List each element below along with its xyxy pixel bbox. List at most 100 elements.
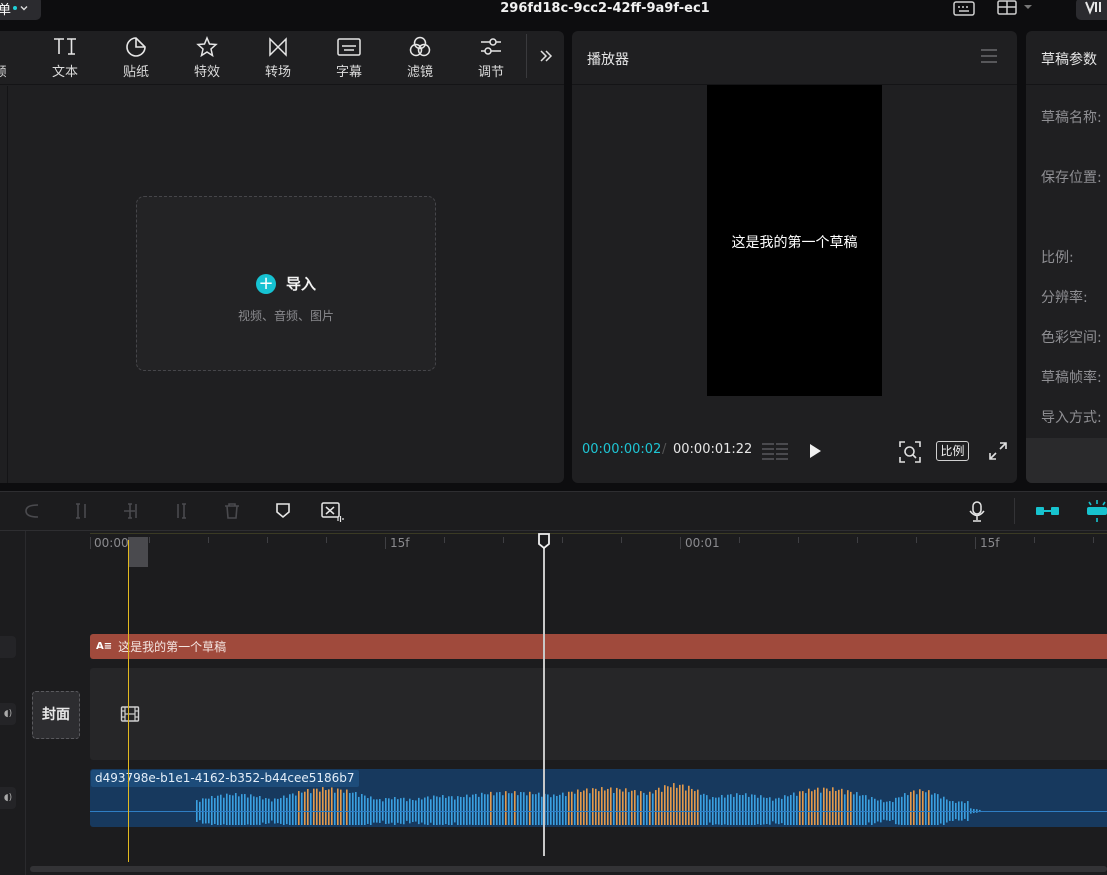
delete-icon[interactable] bbox=[222, 501, 242, 521]
in-point-marker bbox=[128, 540, 129, 862]
waveform-bar bbox=[928, 790, 930, 825]
waveform-bar bbox=[823, 787, 825, 825]
waveform-bar bbox=[652, 793, 654, 825]
video-track-audio-icon[interactable]: ◖) bbox=[0, 703, 16, 725]
timeline-scrollbar[interactable] bbox=[30, 866, 1107, 872]
waveform-bar bbox=[568, 791, 570, 825]
waveform-bar bbox=[622, 791, 624, 825]
tool-subtitle[interactable]: 字幕 bbox=[326, 36, 372, 80]
playhead[interactable] bbox=[543, 538, 545, 856]
auto-cut-icon[interactable] bbox=[320, 501, 344, 523]
video-track[interactable] bbox=[90, 668, 1107, 760]
microphone-icon[interactable] bbox=[968, 500, 986, 522]
waveform-bar bbox=[802, 791, 804, 825]
play-icon[interactable] bbox=[808, 443, 822, 459]
player-title: 播放器 bbox=[587, 52, 629, 68]
waveform-bar bbox=[331, 787, 333, 825]
waveform-bar bbox=[697, 789, 699, 825]
audio-track-audio-icon[interactable]: ◖) bbox=[0, 787, 16, 809]
tool-filter[interactable]: 滤镜 bbox=[397, 36, 443, 80]
text-clip[interactable]: A≡ 这是我的第一个草稿 bbox=[90, 634, 1107, 659]
tool-label: 调节 bbox=[477, 65, 504, 80]
hamburger-menu-icon[interactable] bbox=[980, 48, 998, 64]
timeline-grid-icon[interactable] bbox=[761, 441, 789, 461]
tool-audio[interactable]: 频 bbox=[0, 36, 23, 80]
tool-transition[interactable]: 转场 bbox=[255, 36, 301, 80]
waveform-bar bbox=[571, 791, 573, 825]
waveform-bar bbox=[667, 786, 669, 825]
param-import-method: 导入方式: bbox=[1041, 410, 1102, 426]
waveform-bar bbox=[934, 793, 936, 825]
tool-sticker[interactable]: 贴纸 bbox=[113, 36, 159, 80]
menu-button[interactable]: 单 bbox=[0, 0, 41, 20]
waveform-bar bbox=[913, 790, 915, 825]
waveform-bar bbox=[574, 793, 576, 825]
app-window: 单 296fd18c-9cc2-42ff-9a9f-ec1 频 文本 贴纸 特效… bbox=[0, 0, 1107, 875]
export-button[interactable] bbox=[1076, 0, 1107, 20]
split-right-icon[interactable] bbox=[172, 501, 192, 521]
waveform-bar bbox=[592, 788, 594, 825]
layout-icon[interactable] bbox=[997, 0, 1037, 18]
waveform-bar bbox=[805, 793, 807, 825]
import-subtitle: 视频、音频、图片 bbox=[237, 309, 334, 323]
param-save-location: 保存位置: bbox=[1041, 170, 1102, 186]
text-track-control[interactable] bbox=[0, 636, 16, 658]
waveform-bar bbox=[475, 793, 477, 825]
import-dropzone[interactable]: + 导入 视频、音频、图片 bbox=[136, 196, 436, 371]
ruler-tick bbox=[503, 537, 504, 543]
waveform-bar bbox=[853, 794, 855, 825]
waveform-bar bbox=[355, 792, 357, 825]
waveform-bar bbox=[577, 789, 579, 825]
waveform-bar bbox=[607, 788, 609, 825]
filter-icon bbox=[409, 36, 431, 57]
waveform-bar bbox=[310, 793, 312, 825]
split-icon[interactable] bbox=[72, 501, 92, 521]
zoom-fit-icon[interactable] bbox=[899, 441, 921, 463]
params-title: 草稿参数 bbox=[1041, 52, 1097, 68]
ruler-label: 00:00 bbox=[94, 536, 129, 550]
time-separator: / bbox=[662, 442, 667, 457]
waveform-bar bbox=[241, 794, 243, 825]
waveform-bar bbox=[547, 794, 549, 825]
fullscreen-icon[interactable] bbox=[989, 442, 1007, 460]
params-divider bbox=[1026, 84, 1107, 85]
time-ruler[interactable] bbox=[90, 533, 1107, 555]
ruler-tick bbox=[1034, 537, 1035, 543]
tool-text[interactable]: 文本 bbox=[42, 36, 88, 80]
waveform-bar bbox=[511, 793, 513, 825]
media-sidebar bbox=[0, 86, 8, 483]
waveform-bar bbox=[340, 789, 342, 825]
waveform-bar bbox=[817, 787, 819, 825]
waveform-bar bbox=[682, 784, 684, 825]
ruler-tick bbox=[916, 537, 917, 543]
snap-icon[interactable] bbox=[1084, 498, 1107, 524]
video-preview[interactable]: 这是我的第一个草稿 bbox=[707, 85, 882, 396]
ratio-button[interactable]: 比例 bbox=[936, 441, 969, 461]
playhead-handle-icon[interactable] bbox=[537, 532, 551, 550]
ruler-tick bbox=[149, 537, 150, 543]
waveform-bar bbox=[520, 792, 522, 825]
keyboard-shortcut-icon[interactable] bbox=[953, 0, 975, 18]
waveform-bar bbox=[736, 793, 738, 825]
tool-adjust[interactable]: 调节 bbox=[468, 36, 514, 80]
total-time: 00:00:01:22 bbox=[673, 442, 753, 457]
more-tools-button[interactable] bbox=[526, 34, 564, 78]
text-icon bbox=[54, 38, 76, 55]
waveform-bar bbox=[499, 792, 501, 825]
waveform-bar bbox=[316, 788, 318, 825]
waveform-bar bbox=[685, 790, 687, 825]
split-left-icon[interactable] bbox=[122, 501, 142, 521]
waveform-bar bbox=[481, 792, 483, 825]
link-clips-icon[interactable] bbox=[1034, 502, 1062, 520]
waveform-bar bbox=[832, 787, 834, 825]
redo-icon[interactable] bbox=[22, 501, 42, 521]
ruler-tick bbox=[90, 537, 91, 549]
audio-baseline bbox=[90, 811, 1107, 812]
menu-label: 单 bbox=[0, 2, 12, 18]
plus-circle-icon: + bbox=[255, 273, 276, 294]
marker-icon[interactable] bbox=[274, 501, 292, 521]
cover-button[interactable]: 封面 bbox=[32, 691, 80, 739]
waveform-bar bbox=[328, 789, 330, 825]
tool-effects[interactable]: 特效 bbox=[184, 36, 230, 80]
waveform-bar bbox=[337, 788, 339, 825]
